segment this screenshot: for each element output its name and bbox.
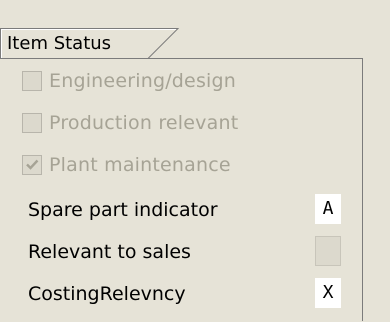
checkmark-icon <box>26 159 39 170</box>
production-relevant-label: Production relevant <box>49 112 239 134</box>
spare-part-indicator-row: Spare part indicator A <box>0 189 362 231</box>
plant-maintenance-checkbox[interactable] <box>22 155 42 175</box>
tab-label: Item Status <box>7 33 112 54</box>
relevant-to-sales-label: Relevant to sales <box>28 241 191 263</box>
engineering-design-row: Engineering/design <box>0 61 362 103</box>
engineering-design-label: Engineering/design <box>49 70 237 92</box>
plant-maintenance-row: Plant maintenance <box>0 145 362 187</box>
item-status-group: Item Status Engineering/design Productio… <box>0 0 390 322</box>
costing-relevancy-label: CostingRelevncy <box>28 283 186 305</box>
spare-part-indicator-label: Spare part indicator <box>28 199 218 221</box>
production-relevant-row: Production relevant <box>0 103 362 145</box>
tab-item-status[interactable]: Item Status <box>0 28 180 59</box>
relevant-to-sales-row: Relevant to sales <box>0 231 362 273</box>
spare-part-indicator-value[interactable]: A <box>315 194 341 224</box>
costing-relevancy-row: CostingRelevncy X <box>0 273 362 315</box>
production-relevant-checkbox[interactable] <box>22 113 42 133</box>
relevant-to-sales-value[interactable] <box>315 236 341 266</box>
costing-relevancy-value[interactable]: X <box>315 278 341 308</box>
engineering-design-checkbox[interactable] <box>22 71 42 91</box>
plant-maintenance-label: Plant maintenance <box>49 154 231 176</box>
item-status-panel: Engineering/design Production relevant P… <box>0 58 363 321</box>
